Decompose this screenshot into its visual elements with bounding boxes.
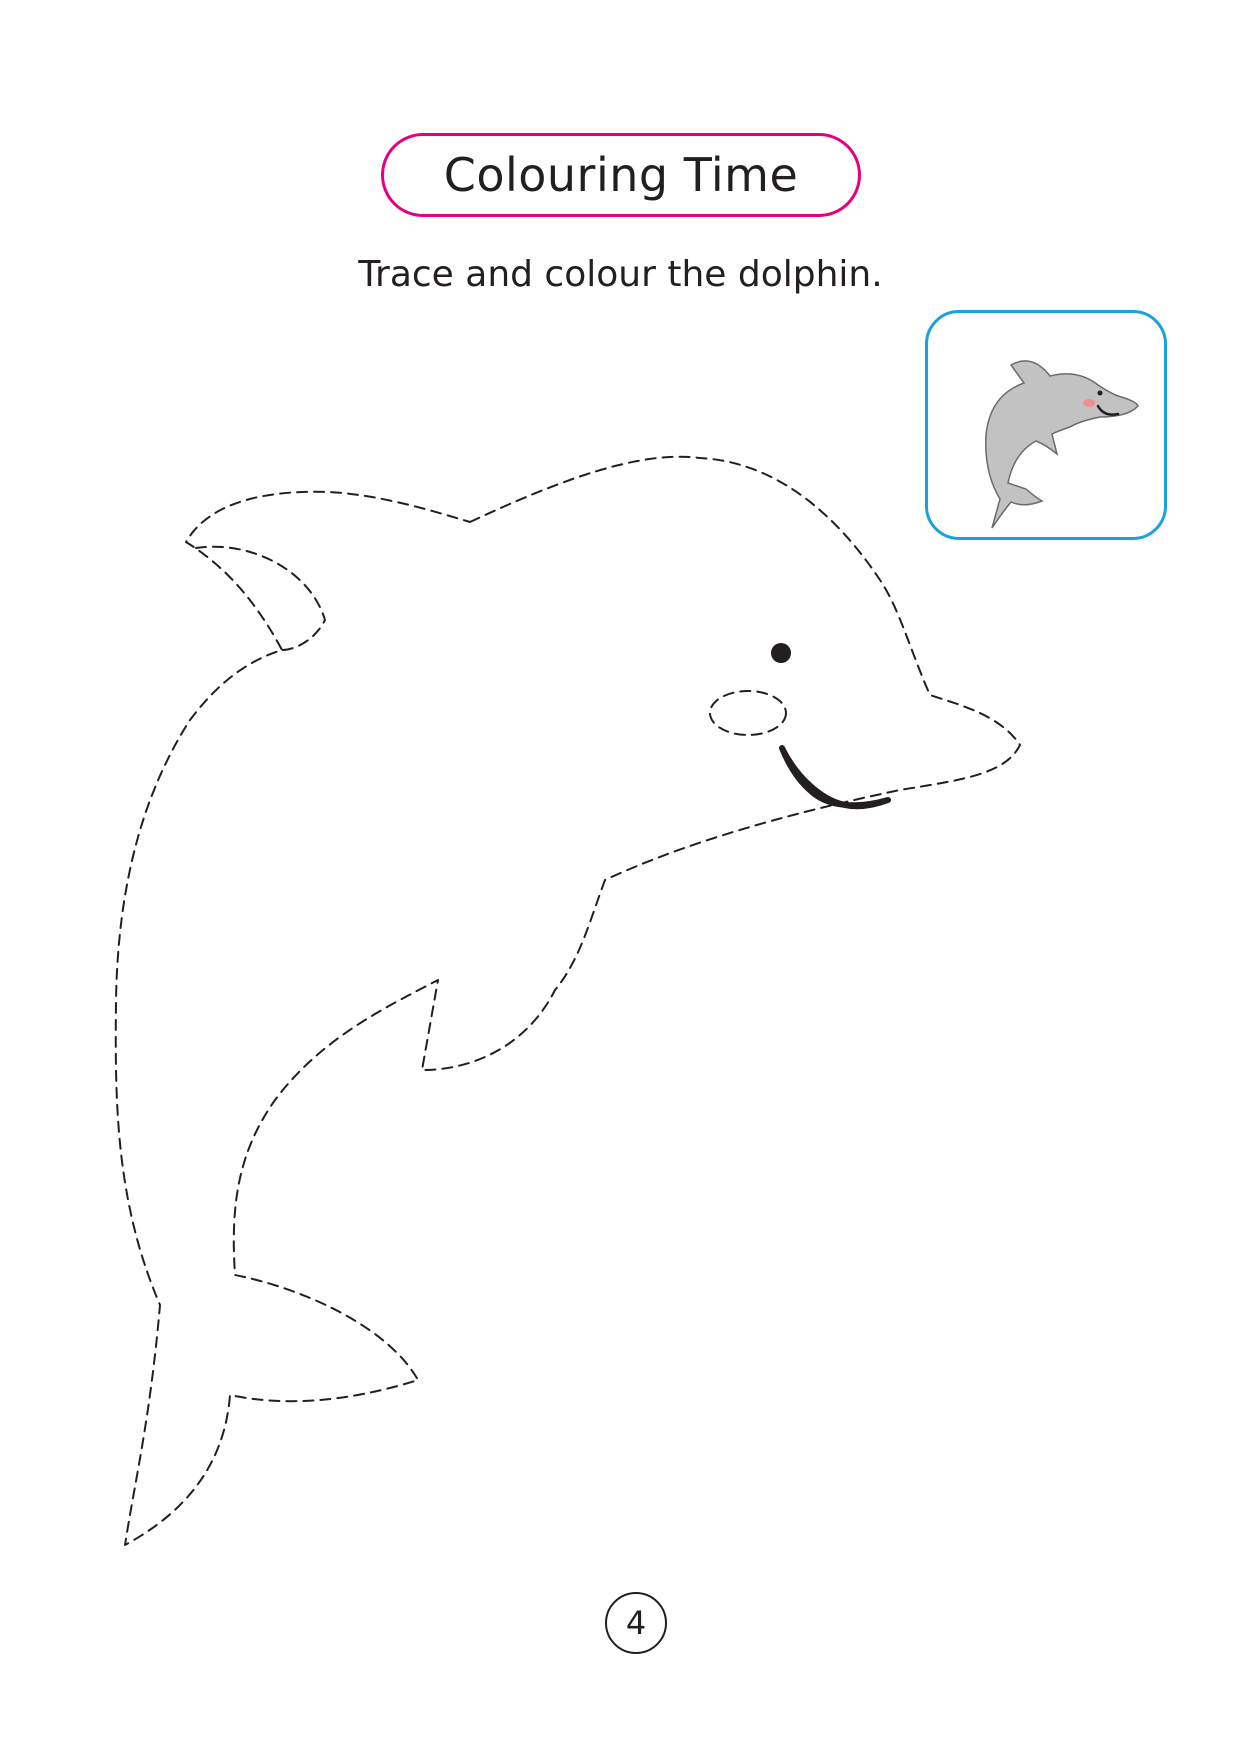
- page-number: 4: [605, 1592, 667, 1654]
- dolphin-body-outline: [114, 455, 1021, 1546]
- dolphin-smile-line: [779, 745, 891, 810]
- dolphin-tracing-outline: [114, 455, 1021, 1546]
- page-number-text: 4: [625, 1604, 647, 1642]
- dolphin-eye-dot: [771, 643, 791, 663]
- dolphin-cheek-outline: [709, 690, 787, 736]
